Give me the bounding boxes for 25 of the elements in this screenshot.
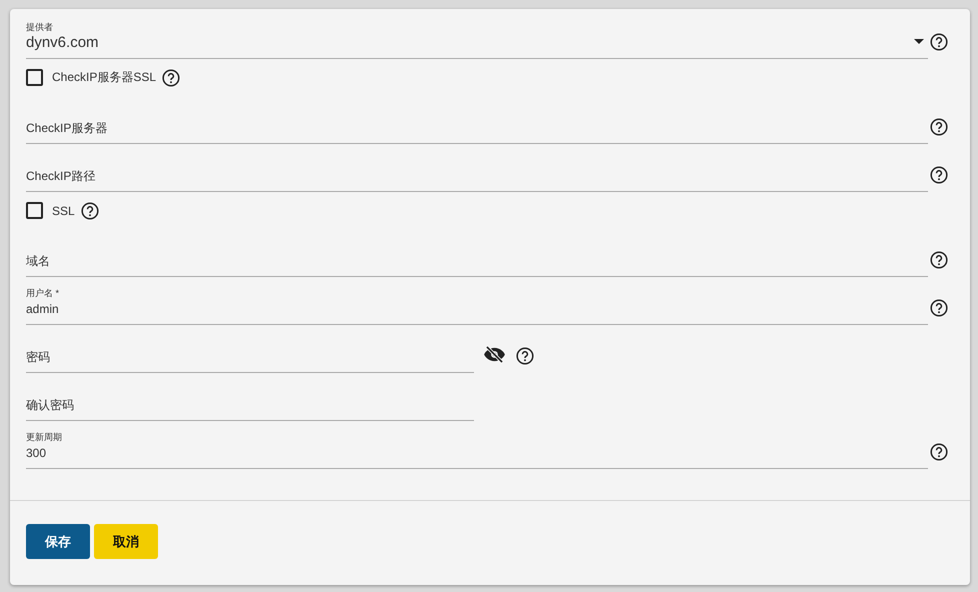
help-icon[interactable] [930,166,948,184]
cancel-button[interactable]: 取消 [94,524,158,559]
checkbox-label: SSL [52,204,75,218]
help-icon[interactable] [930,33,948,51]
help-icon[interactable] [162,68,180,86]
eye-slash-icon[interactable] [483,346,506,363]
help-icon[interactable] [80,202,99,220]
input-field[interactable]: 更新周期 300 [26,421,928,469]
input-field[interactable]: 用户名 * admin [26,277,928,325]
save-button[interactable]: 保存 [26,524,90,559]
input-field[interactable]: 域名 [26,229,928,277]
input-field[interactable]: CheckIP路径 [26,144,928,192]
checkbox[interactable] [26,202,43,219]
checkbox-label: CheckIP服务器SSL [52,69,156,86]
checkbox[interactable] [26,69,43,86]
help-icon[interactable] [930,251,948,269]
select-field[interactable]: 提供者 dynv6.com [26,11,928,59]
help-icon[interactable] [516,347,534,365]
dropdown-caret-icon[interactable] [914,39,924,44]
input-field[interactable]: 密码 [26,325,474,373]
help-icon[interactable] [930,299,948,317]
help-icon[interactable] [930,443,948,461]
input-field[interactable]: CheckIP服务器 [26,96,928,144]
input-field[interactable]: 确认密码 [26,373,474,421]
help-icon[interactable] [930,118,948,136]
